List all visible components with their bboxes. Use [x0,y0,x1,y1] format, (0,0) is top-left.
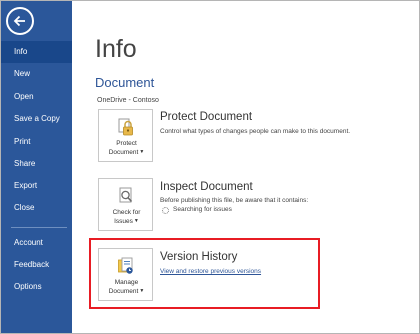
page-title: Info [95,35,137,63]
document-location: OneDrive - Contoso [97,97,159,104]
protect-document-title: Protect Document [160,111,253,123]
info-pane: Info Document OneDrive - Contoso Protect… [72,1,419,333]
sidebar-item-print[interactable]: Print [1,131,72,153]
sidebar-item-account[interactable]: Account [1,232,72,254]
protect-button-label: Document▼ [99,148,154,157]
progress-spinner-icon [162,207,169,214]
sidebar-item-save-a-copy[interactable]: Save a Copy [1,108,72,130]
protect-document-description: Control what types of changes people can… [160,128,351,135]
document-heading: Document [95,75,155,90]
check-for-issues-button[interactable]: Check for Issues▼ [98,178,153,231]
inspect-document-description: Before publishing this file, be aware th… [160,197,309,204]
sidebar-item-options[interactable]: Options [1,276,72,298]
check-button-label-line2: Issues [114,218,133,225]
version-history-highlight [89,238,320,309]
inspect-document-title: Inspect Document [160,181,253,193]
protect-button-label-line1: Protect [116,140,137,147]
sidebar-divider [11,227,67,228]
back-button[interactable] [6,7,34,35]
sidebar-item-feedback[interactable]: Feedback [1,254,72,276]
sidebar-item-new[interactable]: New [1,63,72,85]
sidebar-item-share[interactable]: Share [1,153,72,175]
protect-button-label-line2: Document [108,149,139,156]
lock-key-icon [118,118,133,136]
check-button-label-line1: Check for [112,209,141,216]
sidebar-item-close[interactable]: Close [1,197,72,219]
check-button-label: Issues▼ [99,217,154,226]
backstage-sidebar: Info New Open Save a Copy Print Share Ex… [1,1,72,333]
dropdown-caret-icon: ▼ [139,149,145,155]
back-arrow-icon [13,15,25,27]
protect-document-button[interactable]: Protect Document▼ [98,109,153,162]
sidebar-item-export[interactable]: Export [1,175,72,197]
inspect-status: Searching for issues [173,206,232,213]
sidebar-item-info[interactable]: Info [1,41,72,63]
magnifier-document-icon [119,187,133,203]
sidebar-item-open[interactable]: Open [1,86,72,108]
dropdown-caret-icon: ▼ [133,218,139,224]
